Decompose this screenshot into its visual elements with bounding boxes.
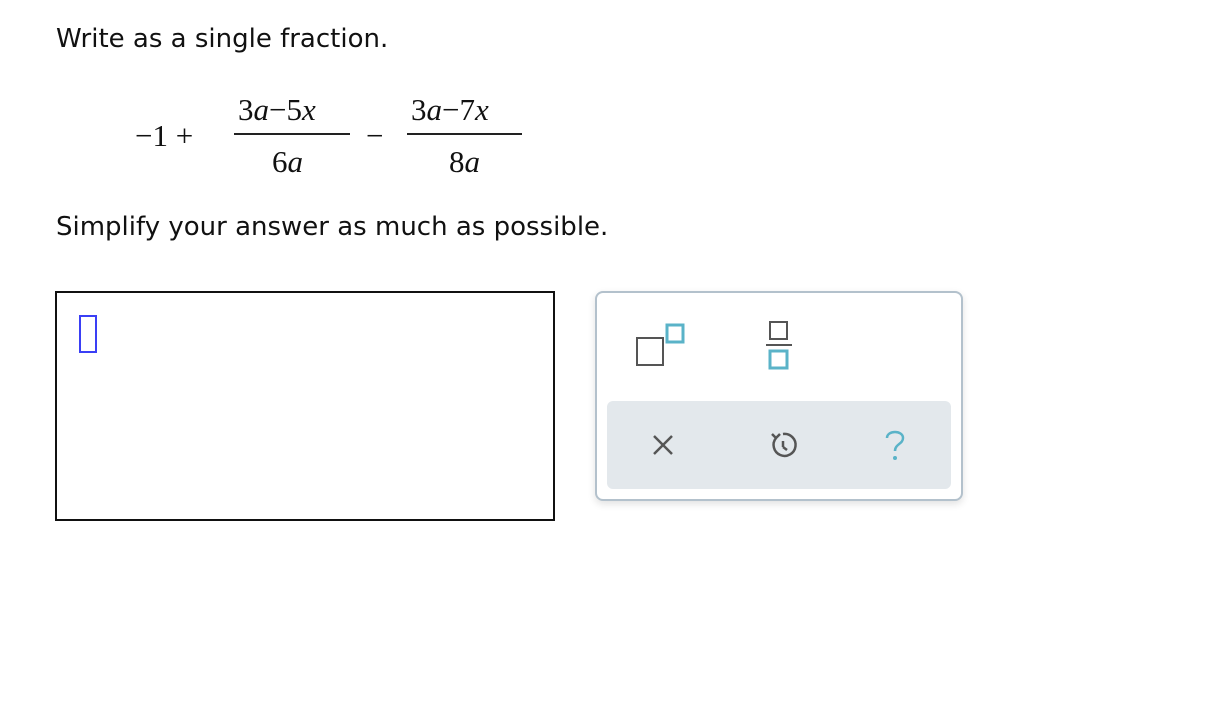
leading-term: −1 + [135,118,194,153]
fraction2-bar [407,133,522,135]
fraction2-numerator: 3a−7x [411,92,489,127]
help-button[interactable] [871,421,919,469]
fraction1-denominator: 6a [272,144,303,179]
answer-input[interactable] [55,291,555,521]
action-bar [607,401,951,489]
fraction1-bar [234,133,350,135]
math-palette [595,291,963,501]
question-instruction: Write as a single fraction. [56,24,389,54]
fraction-icon [766,321,792,370]
superscript-button[interactable] [635,323,689,369]
question-directions: Simplify your answer as much as possible… [56,212,609,242]
help-icon [885,430,905,460]
answer-cursor-slot[interactable] [79,315,97,353]
undo-icon [771,432,797,458]
exponent-icon [636,323,685,366]
fraction-button[interactable] [763,319,795,371]
fraction2-denominator: 8a [449,144,480,179]
clear-button[interactable] [639,421,687,469]
undo-button[interactable] [759,421,807,469]
subtraction-operator: − [366,118,384,153]
fraction1-numerator: 3a−5x [238,92,316,127]
close-icon [653,435,673,455]
